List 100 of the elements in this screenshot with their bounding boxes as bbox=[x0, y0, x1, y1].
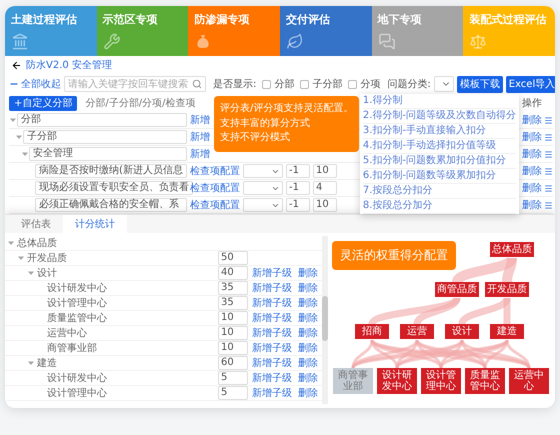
menu-item[interactable]: 1.得分制 bbox=[362, 94, 516, 109]
deduct-field[interactable]: -1 bbox=[286, 198, 310, 212]
delete-link[interactable]: 删除 bbox=[522, 130, 542, 144]
caret-icon[interactable] bbox=[21, 150, 29, 158]
checkbox[interactable] bbox=[300, 80, 310, 88]
score-field[interactable]: 10 bbox=[313, 164, 337, 178]
method-select[interactable] bbox=[243, 198, 283, 212]
toolbar-button[interactable]: Excel导入 bbox=[506, 76, 555, 92]
scrollbar[interactable] bbox=[322, 236, 328, 404]
menu-item[interactable]: 6.扣分制-问题数等级累加扣分 bbox=[362, 169, 516, 184]
delete-link[interactable]: 删除 bbox=[298, 386, 318, 400]
menu-item[interactable]: 5.扣分制-问题数累加扣分值扣分 bbox=[362, 154, 516, 169]
caret-icon[interactable] bbox=[15, 133, 23, 141]
diagram-node: 商管品质 bbox=[435, 282, 479, 297]
menu-item[interactable]: 3.扣分制-手动直接输入扣分 bbox=[362, 124, 516, 139]
diagram-node: 设计 bbox=[445, 324, 479, 339]
menu-item[interactable]: 2.得分制-问题等级及次数自动得分 bbox=[362, 109, 516, 124]
delete-link[interactable]: 删除 bbox=[298, 296, 318, 310]
deduct-field[interactable]: -1 bbox=[286, 181, 310, 195]
add-child-link[interactable]: 新增子级 bbox=[252, 296, 292, 310]
checkbox[interactable] bbox=[348, 80, 358, 88]
delete-link[interactable]: 删除 bbox=[522, 164, 542, 178]
module-title: 防渗漏专项 bbox=[194, 12, 250, 27]
module-tile[interactable]: 土建过程评估 bbox=[5, 6, 97, 56]
back-arrow-icon[interactable] bbox=[11, 60, 22, 70]
weight-field[interactable]: 5 bbox=[218, 386, 248, 400]
method-select[interactable] bbox=[243, 164, 283, 178]
delete-link[interactable]: 删除 bbox=[298, 341, 318, 355]
drag-handle-icon[interactable] bbox=[544, 166, 553, 176]
weight-field[interactable]: 50 bbox=[218, 251, 248, 265]
config-link[interactable]: 检查项配置 bbox=[190, 181, 240, 195]
delete-link[interactable]: 删除 bbox=[298, 326, 318, 340]
checkbox[interactable] bbox=[262, 80, 272, 88]
weight-field[interactable]: 10 bbox=[218, 326, 248, 340]
weight-field[interactable]: 60 bbox=[218, 356, 248, 370]
delete-link[interactable]: 删除 bbox=[298, 371, 318, 385]
add-section-button[interactable]: +自定义分部 bbox=[9, 96, 78, 110]
weight-field[interactable]: 35 bbox=[218, 296, 248, 310]
delete-link[interactable]: 删除 bbox=[522, 198, 542, 212]
method-select[interactable] bbox=[243, 181, 283, 195]
toolbar-button[interactable]: 模板下载 bbox=[456, 76, 503, 92]
config-link[interactable]: 检查项配置 bbox=[190, 198, 240, 212]
module-tile[interactable]: 示范区专项 bbox=[96, 6, 188, 56]
delete-link[interactable]: 删除 bbox=[298, 281, 318, 295]
delete-link[interactable]: 删除 bbox=[298, 356, 318, 370]
drag-handle-icon[interactable] bbox=[544, 116, 553, 124]
drag-handle-icon[interactable] bbox=[544, 184, 553, 192]
name-field[interactable]: 必须正确佩戴合格的安全帽、系 bbox=[35, 198, 187, 212]
score-field[interactable]: 4 bbox=[313, 181, 337, 195]
tab[interactable]: 评估表 bbox=[9, 215, 63, 233]
delete-link[interactable]: 删除 bbox=[522, 181, 542, 195]
name-field[interactable]: 安全管理 bbox=[29, 147, 187, 161]
add-child-link[interactable]: 新增子级 bbox=[252, 386, 292, 400]
caret-icon[interactable] bbox=[17, 254, 25, 262]
category-select[interactable] bbox=[434, 76, 454, 92]
weight-field[interactable]: 10 bbox=[218, 311, 248, 325]
caret-icon[interactable] bbox=[27, 269, 35, 277]
name-field[interactable]: 病险是否按时缴纳(新进人员信息 bbox=[35, 164, 187, 178]
add-child-link[interactable]: 新增子级 bbox=[252, 281, 292, 295]
collapse-all-link[interactable]: 全部收起 bbox=[9, 77, 61, 91]
breadcrumb[interactable]: 防水V2.0 安全管理 bbox=[26, 58, 112, 72]
add-child-link[interactable]: 新增子级 bbox=[252, 311, 292, 325]
add-child-link[interactable]: 新增子级 bbox=[252, 371, 292, 385]
add-link[interactable]: 新增 bbox=[190, 113, 210, 127]
weight-field[interactable]: 35 bbox=[218, 281, 248, 295]
caret-icon[interactable] bbox=[7, 239, 15, 247]
add-link[interactable]: 新增 bbox=[190, 130, 210, 144]
add-child-link[interactable]: 新增子级 bbox=[252, 266, 292, 280]
weight-field[interactable]: 40 bbox=[218, 266, 248, 280]
weight-field[interactable]: 10 bbox=[218, 341, 248, 355]
delete-link[interactable]: 删除 bbox=[522, 113, 542, 127]
checkbox-label: 分部 bbox=[274, 78, 294, 91]
drag-handle-icon[interactable] bbox=[544, 132, 553, 142]
menu-item[interactable]: 8.按段总分加分 bbox=[362, 199, 516, 214]
name-field[interactable]: 分部 bbox=[17, 113, 187, 127]
caret-icon[interactable] bbox=[9, 116, 17, 124]
menu-item[interactable]: 4.扣分制-手动选择扣分值等级 bbox=[362, 139, 516, 154]
delete-link[interactable]: 删除 bbox=[298, 266, 318, 280]
add-child-link[interactable]: 新增子级 bbox=[252, 326, 292, 340]
delete-link[interactable]: 删除 bbox=[522, 147, 542, 161]
module-tile[interactable]: 交付评估 bbox=[280, 6, 372, 56]
column-header: 操作 bbox=[522, 97, 543, 110]
add-child-link[interactable]: 新增子级 bbox=[252, 341, 292, 355]
weight-field[interactable]: 5 bbox=[218, 371, 248, 385]
module-tile[interactable]: 防渗漏专项 bbox=[188, 6, 280, 56]
add-link[interactable]: 新增 bbox=[190, 147, 210, 161]
config-link[interactable]: 检查项配置 bbox=[190, 164, 240, 178]
drag-handle-icon[interactable] bbox=[544, 150, 553, 158]
deduct-field[interactable]: -1 bbox=[286, 164, 310, 178]
caret-icon[interactable] bbox=[27, 359, 35, 367]
menu-item[interactable]: 7.按段总分扣分 bbox=[362, 184, 516, 199]
diagram-node: 开发品质 bbox=[485, 282, 529, 297]
delete-link[interactable]: 删除 bbox=[298, 311, 318, 325]
tree-label: 总体品质 bbox=[17, 236, 57, 250]
module-tile[interactable]: 地下专项 bbox=[372, 6, 464, 56]
drag-handle-icon[interactable] bbox=[544, 200, 553, 210]
add-child-link[interactable]: 新增子级 bbox=[252, 356, 292, 370]
score-field[interactable]: 10 bbox=[313, 198, 337, 212]
name-field[interactable]: 子分部 bbox=[23, 130, 187, 144]
tab[interactable]: 计分统计 bbox=[63, 215, 127, 233]
